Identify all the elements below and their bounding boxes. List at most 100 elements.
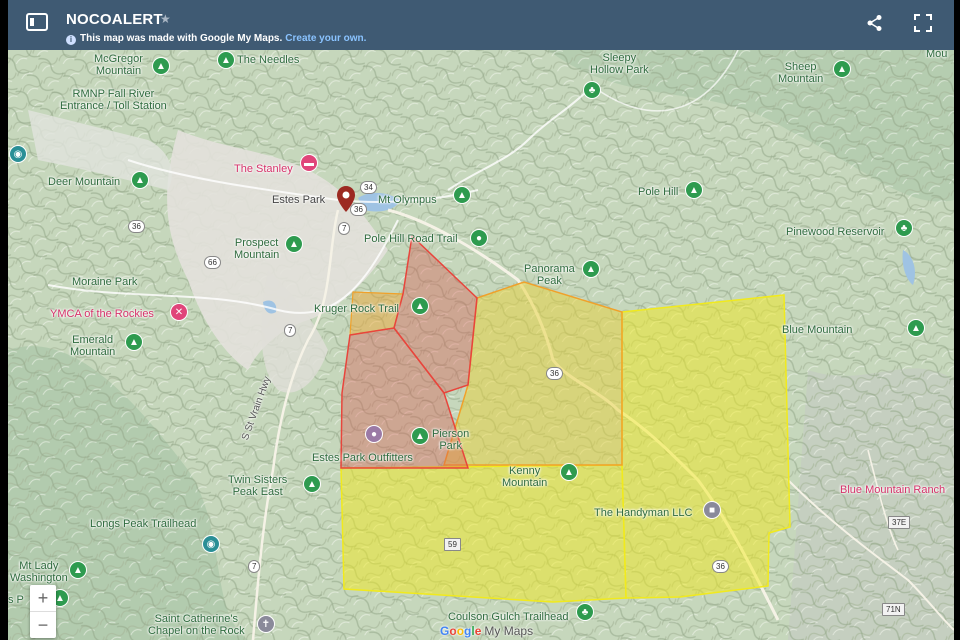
label-estes-park-outfitters[interactable]: Estes Park Outfitters xyxy=(312,452,413,464)
park-icon[interactable]: ♣ xyxy=(584,82,600,98)
mountain-icon[interactable]: ▲ xyxy=(218,52,234,68)
mountain-icon[interactable]: ▲ xyxy=(304,476,320,492)
mountain-icon[interactable]: ▲ xyxy=(412,298,428,314)
label-text: Prospect Mountain xyxy=(234,237,280,261)
label-rmnp-entrance[interactable]: RMNP Fall River Entrance / Toll Station xyxy=(60,88,167,112)
route-37e-shield: 37E xyxy=(888,516,911,529)
map-header: NOCOALERT ★ i This map was made with Goog… xyxy=(8,0,954,50)
label-estes-park[interactable]: Estes Park xyxy=(272,194,325,206)
mountain-icon[interactable]: ▲ xyxy=(454,187,470,203)
label-text: Sheep Mountain xyxy=(778,61,824,85)
label-text: Sleepy Hollow Park xyxy=(590,52,649,76)
mountain-icon[interactable]: ▲ xyxy=(583,261,599,277)
yellow-zone-east[interactable] xyxy=(621,294,791,599)
route-34-shield: 34 xyxy=(360,181,377,194)
map-canvas[interactable]: McGregor Mountain ▲ ▲ The Needles RMNP F… xyxy=(8,48,954,640)
church-icon[interactable]: ✝ xyxy=(258,616,274,632)
label-the-stanley[interactable]: The Stanley xyxy=(234,163,293,175)
label-longs-peak-trailhead[interactable]: Longs Peak Trailhead xyxy=(90,518,196,530)
label-mt-olympus[interactable]: Mt Olympus xyxy=(378,194,437,206)
label-pinewood-reservoir[interactable]: Pinewood Reservoir xyxy=(786,226,884,238)
label-twin-sisters-peak[interactable]: Twin Sisters Peak East xyxy=(228,474,287,498)
map-frame: NOCOALERT ★ i This map was made with Goog… xyxy=(0,0,960,640)
mountain-icon[interactable]: ▲ xyxy=(70,562,86,578)
label-saint-catherines-chapel[interactable]: Saint Catherine's Chapel on the Rock xyxy=(148,613,245,637)
label-deer-mountain[interactable]: Deer Mountain xyxy=(48,176,120,188)
label-text: RMNP Fall River Entrance / Toll Station xyxy=(60,88,167,112)
route-36-shield: 36 xyxy=(350,203,367,216)
poi-camera-icon[interactable]: ◉ xyxy=(10,146,26,162)
poi-outfitters-icon[interactable]: ● xyxy=(366,426,382,442)
made-with-text: This map was made with Google My Maps. xyxy=(80,33,283,44)
label-pole-hill[interactable]: Pole Hill xyxy=(638,186,678,198)
label-blue-mountain[interactable]: Blue Mountain xyxy=(782,324,852,336)
label-pole-hill-road-trail[interactable]: Pole Hill Road Trail xyxy=(364,233,458,245)
poi-camera-icon[interactable]: ◉ xyxy=(203,536,219,552)
route-36-shield: 36 xyxy=(546,367,563,380)
mountain-icon[interactable]: ▲ xyxy=(286,236,302,252)
logo-letter: e xyxy=(474,624,482,638)
hotel-icon[interactable]: ▬ xyxy=(301,155,317,171)
logo-letter: G xyxy=(440,624,450,638)
label-mcgregor-mountain[interactable]: McGregor Mountain xyxy=(94,53,143,77)
park-icon[interactable]: ♣ xyxy=(577,604,593,620)
mountain-icon[interactable]: ▲ xyxy=(126,334,142,350)
label-the-needles[interactable]: The Needles xyxy=(237,54,299,66)
route-66-shield: 66 xyxy=(204,256,221,269)
logo-letter: o xyxy=(456,624,465,638)
zoom-out-button[interactable]: − xyxy=(30,612,56,638)
label-text: Saint Catherine's Chapel on the Rock xyxy=(148,613,245,637)
label-the-handyman-llc[interactable]: The Handyman LLC xyxy=(594,507,692,519)
my-maps-text: My Maps xyxy=(484,624,534,638)
label-text: Emerald Mountain xyxy=(70,334,116,358)
info-icon: i xyxy=(66,35,76,45)
poi-shop-icon[interactable]: ■ xyxy=(704,502,720,518)
star-icon[interactable]: ★ xyxy=(160,12,171,26)
label-emerald-mountain[interactable]: Emerald Mountain xyxy=(70,334,115,358)
label-prospect-mountain[interactable]: Prospect Mountain xyxy=(234,237,279,261)
label-coulson-gulch-trailhead[interactable]: Coulson Gulch Trailhead xyxy=(448,611,568,623)
label-text: Panorama Peak xyxy=(524,263,575,287)
mountain-icon[interactable]: ▲ xyxy=(561,464,577,480)
zoom-controls: + − xyxy=(30,585,56,638)
mountain-icon[interactable]: ▲ xyxy=(908,320,924,336)
yellow-zone-south[interactable] xyxy=(340,464,627,603)
terrain-basemap[interactable] xyxy=(8,50,954,640)
map-attribution: i This map was made with Google My Maps. C… xyxy=(66,33,366,45)
label-moraine-park[interactable]: Moraine Park xyxy=(72,276,137,288)
mountain-icon[interactable]: ▲ xyxy=(834,61,850,77)
route-59-shield: 59 xyxy=(444,538,461,551)
fullscreen-icon[interactable] xyxy=(914,14,932,32)
label-kenny-mountain[interactable]: Kenny Mountain xyxy=(502,465,547,489)
logo-letter: o xyxy=(449,624,457,638)
route-36-shield: 36 xyxy=(128,220,145,233)
park-icon[interactable]: ♣ xyxy=(896,220,912,236)
label-kruger-rock-trail[interactable]: Kruger Rock Trail xyxy=(314,303,399,315)
mountain-icon[interactable]: ▲ xyxy=(412,428,428,444)
label-sheep-mountain[interactable]: Sheep Mountain xyxy=(778,61,823,85)
label-text: McGregor Mountain xyxy=(94,53,143,77)
label-text: Pierson Park xyxy=(432,428,470,452)
zoom-in-button[interactable]: + xyxy=(30,585,56,611)
mountain-icon[interactable]: ▲ xyxy=(132,172,148,188)
label-mt-lady-washington[interactable]: Mt Lady Washington xyxy=(10,560,68,584)
label-panorama-peak[interactable]: Panorama Peak xyxy=(524,263,575,287)
label-text: Kenny Mountain xyxy=(502,465,548,489)
label-edge-peak[interactable]: s P xyxy=(8,594,24,606)
route-36-shield: 36 xyxy=(712,560,729,573)
mountain-icon[interactable]: ▲ xyxy=(686,182,702,198)
trail-marker-icon[interactable]: ● xyxy=(471,230,487,246)
label-ymca-of-the-rockies[interactable]: YMCA of the Rockies xyxy=(50,308,154,320)
label-sleepy-hollow-park[interactable]: Sleepy Hollow Park xyxy=(590,52,649,76)
mountain-icon[interactable]: ▲ xyxy=(153,58,169,74)
map-title: NOCOALERT xyxy=(66,11,163,28)
label-text: Mt Lady Washington xyxy=(10,560,68,584)
label-blue-mountain-ranch[interactable]: Blue Mountain Ranch xyxy=(840,484,945,496)
poi-ymca-icon[interactable]: ✕ xyxy=(171,304,187,320)
label-text: Twin Sisters Peak East xyxy=(228,474,288,498)
panel-toggle-icon[interactable] xyxy=(26,12,48,32)
share-icon[interactable] xyxy=(866,14,884,32)
create-your-own-link[interactable]: Create your own. xyxy=(285,33,366,44)
label-pierson-park[interactable]: Pierson Park xyxy=(432,428,469,452)
route-71n-shield: 71N xyxy=(882,603,905,616)
